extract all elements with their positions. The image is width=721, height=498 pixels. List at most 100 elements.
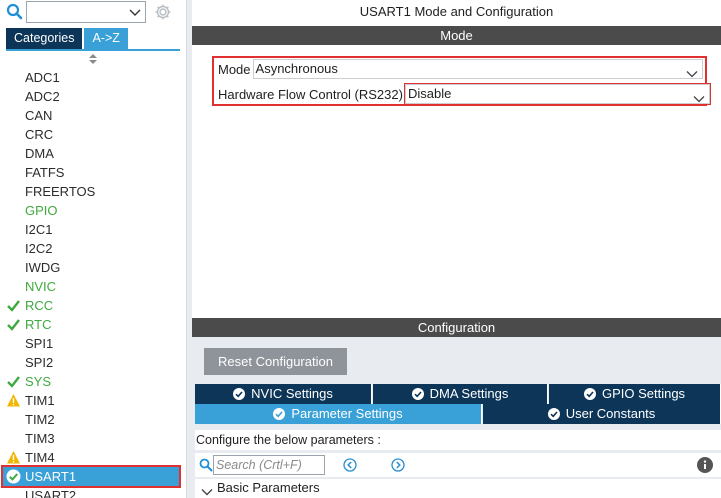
sidebar-item-i2c1[interactable]: I2C1 [0,220,186,239]
sidebar-item-tim3[interactable]: TIM3 [0,429,186,448]
search-icon[interactable] [6,2,24,22]
sidebar-item-label: SPI2 [25,355,54,370]
tab-categories[interactable]: Categories [6,28,83,49]
sidebar-item-label: CAN [25,108,53,123]
warning-icon [6,450,21,465]
sort-arrows-icon[interactable] [88,53,98,65]
sidebar-item-label: RCC [25,298,54,313]
sidebar-item-label: TIM3 [25,431,55,446]
sidebar-item-label: TIM1 [25,393,55,408]
sidebar-item-label: SYS [25,374,52,389]
sidebar-item-label: IWDG [25,260,61,275]
warning-icon [6,393,21,408]
check-circle-icon [547,406,560,420]
sidebar-item-label: USART1 [25,469,77,484]
basic-parameters-group[interactable]: Basic Parameters [195,479,721,498]
hw-flow-select[interactable]: Disable [403,83,711,105]
sidebar-item-dma[interactable]: DMA [0,144,186,163]
check-circle-icon [583,386,596,400]
sidebar-item-usart1[interactable]: USART1 [1,465,181,488]
sidebar-item-nvic[interactable]: NVIC [0,277,186,296]
config-panel: USART1 Mode and Configuration Mode Mode … [192,0,721,498]
sidebar-item-can[interactable]: CAN [0,106,186,125]
tab-label: User Constants [565,406,656,421]
tab-a-z[interactable]: A->Z [84,28,128,49]
mode-row: Mode Asynchronous [218,59,703,79]
ip-sidebar: Categories A->Z ADC1 ADC2 CAN CRC DMA FATFS FR… [0,0,186,498]
tab-dma-settings[interactable]: DMA Settings [373,384,548,404]
check-icon [6,298,21,313]
mode-select-value: Asynchronous [255,61,338,76]
sidebar-item-label: USART2 [25,488,77,498]
tab-user-constants[interactable]: User Constants [483,404,721,424]
parameter-search-row: Search (Crtl+F) [195,453,721,477]
tab-label: NVIC Settings [251,386,333,401]
sidebar-item-label: I2C1 [25,222,53,237]
check-circle-icon [411,386,424,400]
tab-gpio-settings[interactable]: GPIO Settings [549,384,721,404]
sidebar-item-label: FREERTOS [25,184,96,199]
chevron-down-icon[interactable] [128,5,142,19]
sidebar-item-fatfs[interactable]: FATFS [0,163,186,182]
hw-flow-select-value: Disable [407,86,452,101]
sidebar-item-label: ADC1 [25,70,60,85]
chevron-down-icon[interactable] [686,65,698,78]
tab-nvic-settings[interactable]: NVIC Settings [195,384,372,404]
sidebar-item-spi1[interactable]: SPI1 [0,334,186,353]
configuration-section-header: Configuration [192,318,721,337]
mode-label: Mode [218,61,251,77]
sidebar-item-rcc[interactable]: RCC [0,296,186,315]
hw-flow-row: Hardware Flow Control (RS232) Disable [218,83,711,105]
sidebar-item-tim2[interactable]: TIM2 [0,410,186,429]
mode-settings-box: Mode Asynchronous Hardware Flow Control … [212,56,711,106]
tab-label: Parameter Settings [291,406,403,421]
sidebar-item-label: NVIC [25,279,57,294]
mode-select[interactable]: Asynchronous [252,59,703,79]
sidebar-item-iwdg[interactable]: IWDG [0,258,186,277]
ip-list: ADC1 ADC2 CAN CRC DMA FATFS FREERTOS GPIO I2C1 I2… [0,68,186,498]
sidebar-item-label: GPIO [25,203,58,218]
tab-parameter-settings[interactable]: Parameter Settings [195,404,482,424]
search-icon[interactable] [199,458,213,472]
sidebar-item-label: ADC2 [25,89,60,104]
sidebar-item-rtc[interactable]: RTC [0,315,186,334]
sidebar-view-tabs: Categories A->Z [6,28,128,49]
sidebar-search-field[interactable] [27,2,123,22]
check-circle-icon [6,469,21,484]
sidebar-item-spi2[interactable]: SPI2 [0,353,186,372]
chevron-down-icon[interactable] [693,90,705,103]
parameter-search-input[interactable]: Search (Crtl+F) [213,455,325,475]
sidebar-item-label: RTC [25,317,52,332]
check-icon [6,374,21,389]
check-icon [6,317,21,332]
sidebar-item-tim1[interactable]: TIM1 [0,391,186,410]
sidebar-item-label: I2C2 [25,241,53,256]
sidebar-item-adc1[interactable]: ADC1 [0,68,186,87]
info-icon[interactable] [697,457,713,473]
sidebar-item-label: TIM4 [25,450,55,465]
previous-match-icon[interactable] [343,458,357,472]
sidebar-item-tim4[interactable]: TIM4 [0,448,186,467]
sidebar-item-label: DMA [25,146,54,161]
sidebar-item-label: TIM2 [25,412,55,427]
sidebar-item-i2c2[interactable]: I2C2 [0,239,186,258]
chevron-down-icon[interactable] [201,484,213,496]
next-match-icon[interactable] [391,458,405,472]
sidebar-item-freertos[interactable]: FREERTOS [0,182,186,201]
sidebar-search-row [6,0,172,24]
gear-icon[interactable] [154,3,172,21]
check-circle-icon [233,386,246,400]
sidebar-search-input[interactable] [26,1,146,23]
configure-instructions: Configure the below parameters : [195,430,721,450]
sidebar-item-sys[interactable]: SYS [0,372,186,391]
sidebar-item-label: SPI1 [25,336,54,351]
sidebar-item-adc2[interactable]: ADC2 [0,87,186,106]
sidebar-item-usart2[interactable]: USART2 [0,486,186,498]
tab-underline [6,49,180,51]
sidebar-item-crc[interactable]: CRC [0,125,186,144]
check-circle-icon [273,406,286,420]
sidebar-item-gpio[interactable]: GPIO [0,201,186,220]
reset-configuration-button[interactable]: Reset Configuration [204,348,347,375]
mode-section-header: Mode [192,26,721,45]
sidebar-item-label: FATFS [25,165,65,180]
